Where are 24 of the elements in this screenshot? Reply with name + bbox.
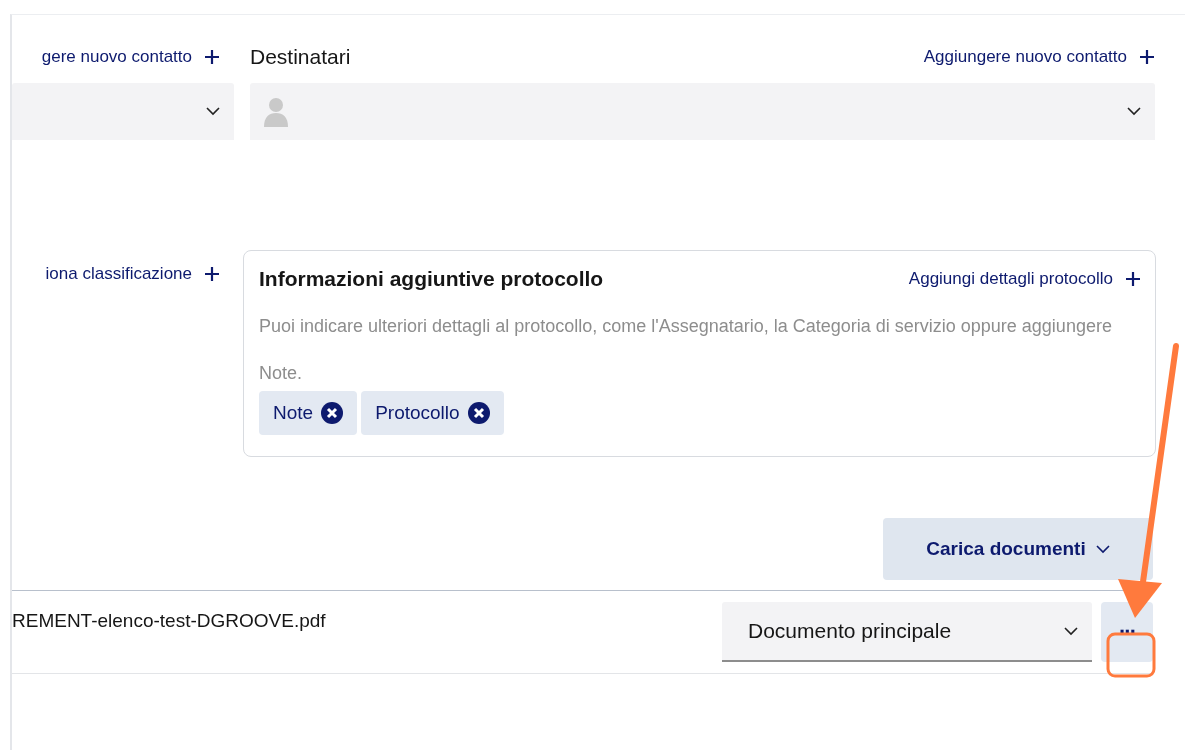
- add-link[interactable]: gere nuovo contatto: [41, 47, 192, 67]
- chevron-down-icon: [1127, 107, 1141, 116]
- upload-button[interactable]: Carica documenti: [883, 518, 1153, 580]
- file-name: REMENT-elenco-test-DGROOVE.pdf: [12, 610, 326, 632]
- remove-icon[interactable]: [321, 402, 344, 424]
- add-link[interactable]: Aggiungere nuovo contatto: [923, 47, 1127, 67]
- plus-icon: [1125, 271, 1141, 287]
- remove-icon[interactable]: [467, 402, 490, 424]
- add-link[interactable]: Aggiungi dettagli protocollo: [908, 269, 1113, 289]
- add-link[interactable]: iona classificazione: [45, 264, 192, 284]
- highlight-frame: [1106, 632, 1156, 678]
- plus-icon: [204, 49, 220, 65]
- chevron-down-icon: [206, 107, 220, 116]
- card-description: Puoi indicare ulteriori dettagli al protocollo, come l'Assegnatario, la Categoria di servizio oppure aggiungere Note.: [259, 315, 1113, 385]
- tag-chip[interactable]: Note: [259, 391, 358, 435]
- card-title: Informazioni aggiuntive protocollo: [259, 267, 604, 291]
- plus-icon: [1139, 49, 1155, 65]
- plus-icon: [204, 266, 220, 282]
- document-type-select[interactable]: Documento principale: [722, 602, 1092, 662]
- chevron-down-icon: [1064, 626, 1078, 636]
- tag-chip[interactable]: Protocollo: [361, 391, 504, 435]
- field-label: Destinatari: [250, 45, 351, 69]
- chevron-down-icon: [1095, 544, 1110, 554]
- person-icon: [262, 96, 290, 127]
